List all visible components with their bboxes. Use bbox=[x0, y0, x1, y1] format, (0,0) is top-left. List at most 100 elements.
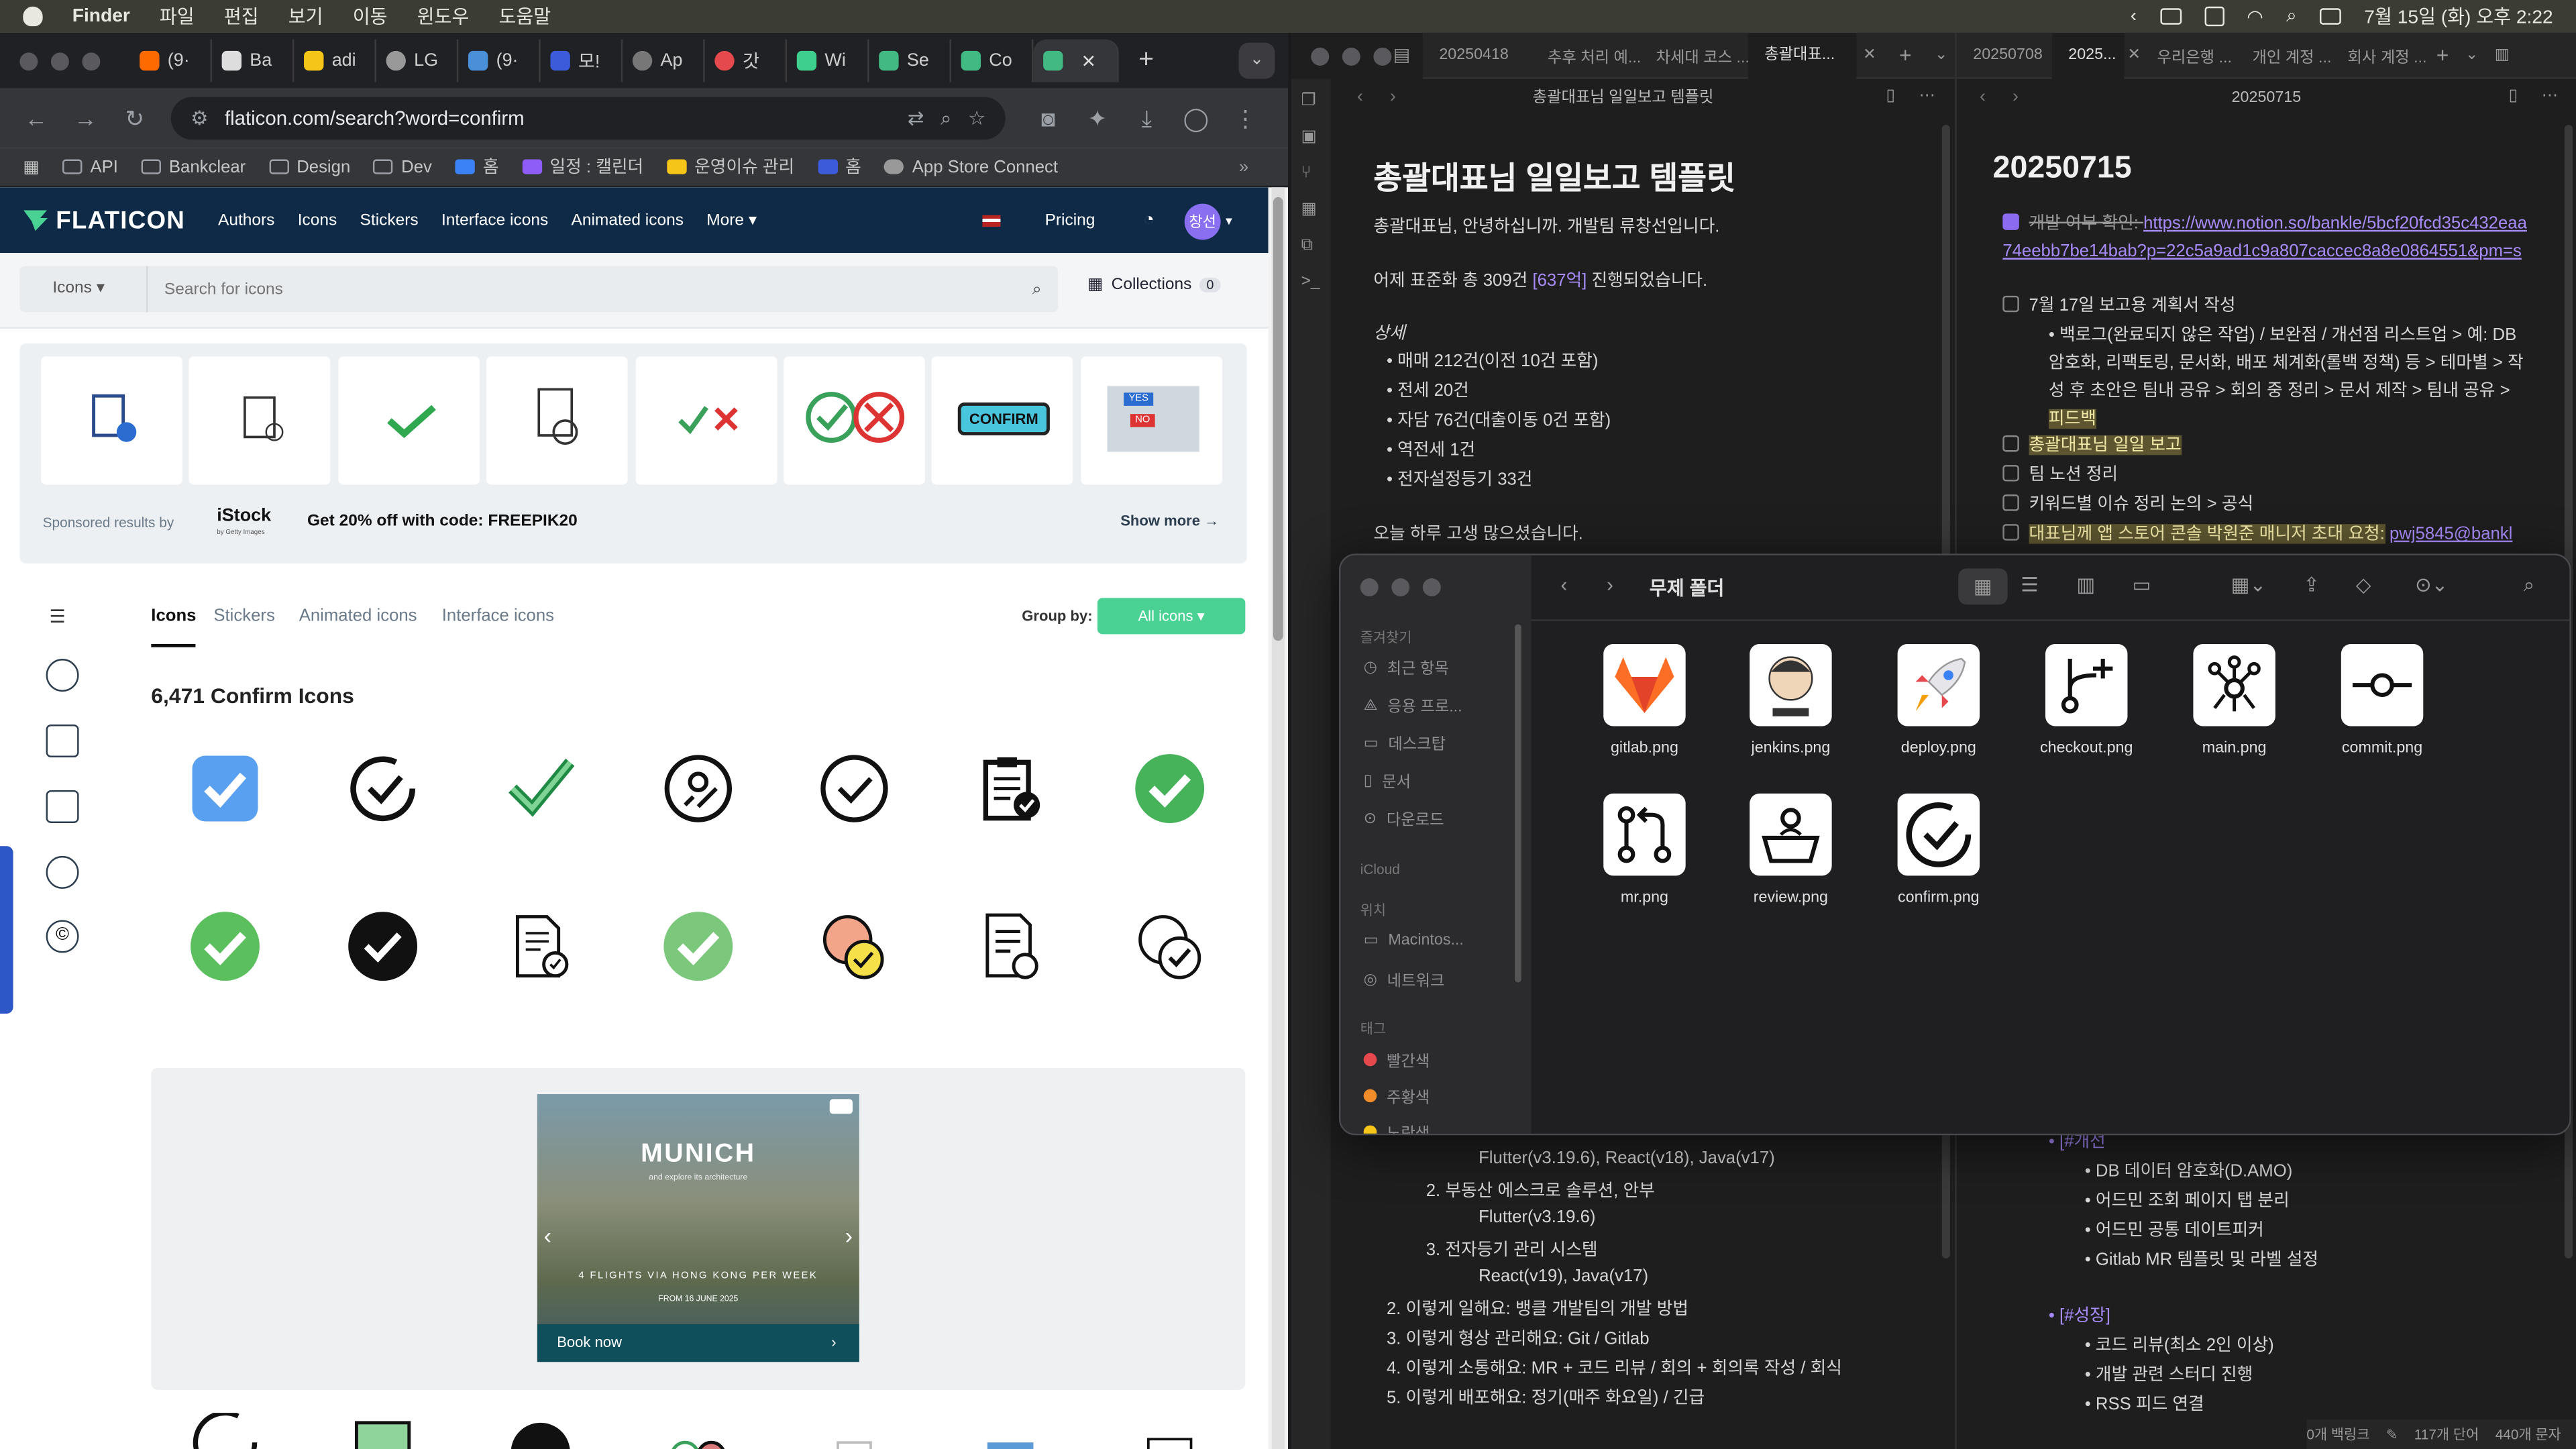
show-more-link[interactable]: Show more → bbox=[1120, 513, 1219, 529]
icon-result[interactable] bbox=[797, 731, 912, 846]
bookmark-link[interactable]: 일정 : 캘린더 bbox=[521, 154, 643, 179]
scrollbar-thumb[interactable] bbox=[1273, 197, 1283, 641]
task-checkbox[interactable] bbox=[2002, 524, 2019, 541]
menu-app-name[interactable]: Finder bbox=[72, 7, 130, 26]
icon-result[interactable] bbox=[483, 889, 598, 1004]
edit-mode-icon[interactable]: ✎ bbox=[2386, 1426, 2398, 1444]
file-item[interactable]: jenkins.png bbox=[1717, 644, 1864, 757]
sponsored-icon-card[interactable] bbox=[784, 356, 925, 485]
note-tab[interactable]: 우리은행 ... bbox=[2141, 44, 2236, 66]
spotlight-icon[interactable]: ⌕ bbox=[2286, 6, 2297, 28]
icon-result[interactable] bbox=[325, 889, 440, 1004]
file-item[interactable]: confirm.png bbox=[1865, 793, 2012, 907]
sidebar-item-documents[interactable]: ▯ 문서 bbox=[1364, 769, 1411, 792]
menu-file[interactable]: 파일 bbox=[160, 3, 195, 30]
us-flag-icon[interactable] bbox=[982, 214, 1001, 226]
backlinks-count[interactable]: 0개 백링크 bbox=[2306, 1424, 2369, 1444]
nav-pricing[interactable]: Pricing bbox=[1045, 211, 1095, 229]
file-item[interactable]: deploy.png bbox=[1865, 644, 2012, 757]
forward-button[interactable]: → bbox=[72, 105, 99, 131]
translate-icon[interactable]: ⇄ bbox=[908, 107, 924, 129]
file-item[interactable]: main.png bbox=[2160, 644, 2308, 757]
reload-button[interactable]: ↻ bbox=[121, 105, 148, 133]
close-tab-icon[interactable]: ✕ bbox=[1081, 50, 1096, 71]
column-view-button[interactable]: ▥ bbox=[2077, 574, 2096, 596]
browser-tab[interactable]: 갓 bbox=[705, 39, 788, 83]
sidebar-item-downloads[interactable]: ⊙ 다운로드 bbox=[1364, 806, 1444, 830]
tab-list-icon[interactable]: ⌄ bbox=[2465, 46, 2479, 64]
file-item[interactable]: checkout.png bbox=[2012, 644, 2160, 757]
calendar-icon[interactable]: ▣ bbox=[1301, 128, 1317, 146]
nav-icons[interactable]: Icons bbox=[298, 211, 337, 229]
browser-tab[interactable]: (9· bbox=[458, 39, 541, 83]
new-tab-button[interactable]: + bbox=[1899, 43, 1912, 68]
browser-tab[interactable]: Se bbox=[869, 39, 951, 83]
email-link[interactable]: pwj5845@bankl bbox=[2390, 524, 2512, 543]
bookmark-link[interactable]: 홈 bbox=[817, 154, 861, 179]
chrome-menu-icon[interactable]: ⋮ bbox=[1232, 105, 1258, 133]
apps-grid-icon[interactable]: ▦ bbox=[23, 157, 39, 176]
site-info-icon[interactable]: ⚙ bbox=[191, 107, 208, 129]
note-tab[interactable]: 개인 계정 ... bbox=[2236, 44, 2332, 66]
sidebar-item-desktop[interactable]: ▭ 데스크탑 bbox=[1364, 731, 1446, 754]
nav-authors[interactable]: Authors bbox=[218, 211, 274, 229]
task-checkbox-checked[interactable] bbox=[2002, 213, 2019, 230]
icon-result[interactable] bbox=[1112, 889, 1227, 1004]
sidebar-item-macintosh[interactable]: ▭ Macintos... bbox=[1364, 932, 1464, 950]
sponsored-icon-card[interactable] bbox=[486, 356, 628, 485]
browser-tab-active[interactable]: ✕ bbox=[1033, 39, 1119, 83]
menu-view[interactable]: 보기 bbox=[288, 3, 323, 30]
nav-stickers[interactable]: Stickers bbox=[360, 211, 419, 229]
apple-icon[interactable] bbox=[23, 6, 43, 27]
copy-icon[interactable]: ⧉ bbox=[1301, 237, 1313, 255]
search-icon[interactable]: ⌕ bbox=[2524, 574, 2534, 598]
sidebar-tag-yellow[interactable]: 노란색 bbox=[1363, 1120, 1430, 1134]
terminal-icon[interactable]: >_ bbox=[1301, 273, 1320, 291]
bookmark-link[interactable]: 홈 bbox=[455, 154, 499, 179]
browser-tab[interactable]: adi bbox=[294, 39, 376, 83]
ad-book-now-button[interactable]: Book now › bbox=[537, 1324, 859, 1362]
sponsored-icon-card[interactable] bbox=[338, 356, 480, 485]
sidebar-tag-orange[interactable]: 주황색 bbox=[1363, 1084, 1430, 1108]
tab-search-button[interactable]: ⌄ bbox=[1238, 42, 1275, 79]
note-tab[interactable]: 차세대 코스 ... bbox=[1640, 44, 1748, 66]
browser-tab[interactable]: Ba bbox=[212, 39, 294, 83]
forward-button[interactable]: › bbox=[1607, 574, 1613, 596]
task-checkbox[interactable] bbox=[2002, 295, 2019, 313]
sponsored-icon-card[interactable] bbox=[635, 356, 777, 485]
zoom-window-button[interactable] bbox=[1373, 48, 1392, 66]
bookmark-link[interactable]: App Store Connect bbox=[884, 157, 1058, 176]
input-source-icon[interactable] bbox=[2204, 6, 2224, 27]
share-icon[interactable]: ⇪ bbox=[2303, 574, 2320, 596]
close-window-button[interactable] bbox=[1360, 578, 1379, 596]
graph-icon[interactable]: ⑂ bbox=[1301, 164, 1311, 182]
task-item[interactable]: 7월 17일 보고용 계획서 작성 bbox=[2002, 292, 2236, 317]
icon-result[interactable] bbox=[168, 1413, 282, 1449]
sponsored-icon-card[interactable] bbox=[41, 356, 182, 485]
ad-prev-arrow[interactable]: ‹ bbox=[544, 1222, 551, 1248]
task-checkbox[interactable] bbox=[2002, 494, 2019, 511]
icon-result[interactable] bbox=[1112, 1413, 1227, 1449]
new-tab-button[interactable]: + bbox=[2436, 43, 2449, 68]
menubar-clock[interactable]: 7월 15일 (화) 오후 2:22 bbox=[2364, 3, 2553, 30]
tab-stickers[interactable]: Stickers bbox=[213, 606, 274, 626]
sponsored-icon-card[interactable]: CONFIRM bbox=[931, 356, 1073, 485]
menu-help[interactable]: 도움말 bbox=[498, 3, 551, 30]
icon-result[interactable] bbox=[641, 731, 755, 846]
search-icon[interactable]: ⌕ bbox=[1032, 280, 1042, 299]
extensions-icon[interactable]: ✦ bbox=[1084, 105, 1110, 133]
file-item[interactable]: gitlab.png bbox=[1570, 644, 1718, 757]
icon-result[interactable] bbox=[483, 1413, 598, 1449]
ad-choices-icon[interactable] bbox=[829, 1099, 853, 1114]
bookmark-star-icon[interactable]: ☆ bbox=[968, 107, 985, 129]
file-item[interactable]: review.png bbox=[1717, 793, 1864, 907]
sidebar-tag-red[interactable]: 빨간색 bbox=[1363, 1048, 1430, 1071]
list-view-button[interactable]: ☰ bbox=[2021, 574, 2038, 596]
note-tab-active[interactable]: 2025... bbox=[2051, 32, 2125, 78]
flaticon-logo[interactable]: FLATICON bbox=[23, 206, 185, 234]
task-item[interactable]: 키워드별 이슈 정리 논의 > 공식 bbox=[2002, 491, 2253, 516]
search-type-select[interactable]: Icons ▾ bbox=[19, 266, 148, 313]
nav-more[interactable]: More ▾ bbox=[706, 211, 757, 229]
tag-heading[interactable]: • [#성장] bbox=[2049, 1303, 2110, 1328]
sidebar-scrollbar[interactable] bbox=[1514, 624, 1521, 983]
